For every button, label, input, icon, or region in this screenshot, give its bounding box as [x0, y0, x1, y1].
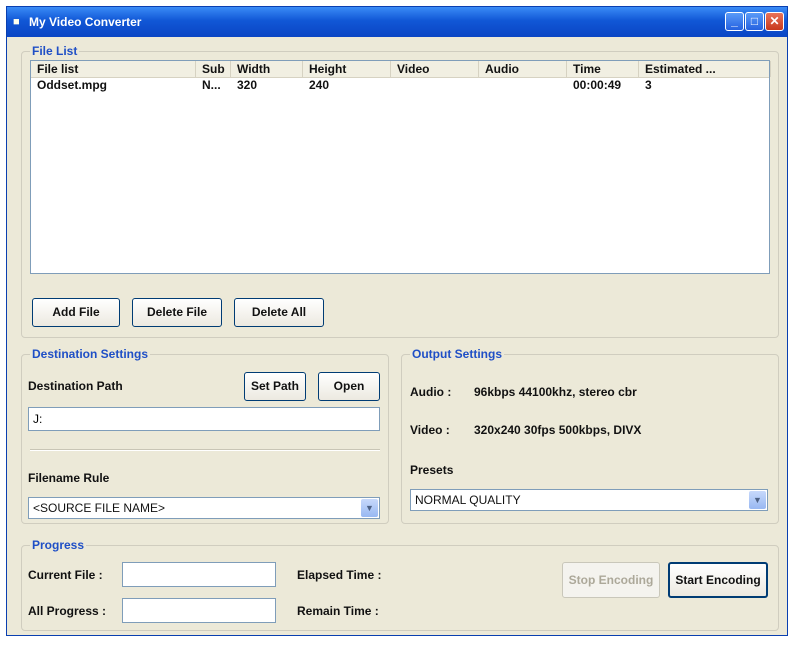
current-file-label: Current File : — [28, 568, 103, 582]
presets-select[interactable]: NORMAL QUALITY ▼ — [410, 489, 768, 511]
destination-path-input[interactable] — [28, 407, 380, 431]
presets-label: Presets — [410, 463, 454, 477]
output-settings-group: Output Settings Audio : 96kbps 44100khz,… — [401, 347, 779, 524]
file-list-header: File list Sub Width Height Video Audio T… — [31, 61, 771, 78]
file-list-view[interactable]: File list Sub Width Height Video Audio T… — [30, 60, 771, 274]
title-bar[interactable]: ■ My Video Converter _ □ ✕ — [7, 7, 787, 37]
open-button[interactable]: Open — [318, 372, 380, 401]
progress-group: Progress Current File : Elapsed Time : A… — [21, 538, 779, 631]
delete-all-button[interactable]: Delete All — [234, 298, 324, 327]
cell-sub: N... — [202, 78, 221, 92]
output-group-title: Output Settings — [410, 347, 504, 361]
remain-time-label: Remain Time : — [297, 604, 379, 618]
video-app-icon[interactable]: ■ — [13, 16, 25, 28]
column-video[interactable]: Video — [391, 61, 479, 77]
current-file-field[interactable] — [122, 562, 276, 587]
filename-rule-value: <SOURCE FILE NAME> — [33, 501, 166, 515]
elapsed-time-label: Elapsed Time : — [297, 568, 382, 582]
column-audio[interactable]: Audio — [479, 61, 567, 77]
progress-group-title: Progress — [30, 538, 87, 552]
all-progress-field[interactable] — [122, 598, 276, 623]
presets-value: NORMAL QUALITY — [415, 493, 521, 507]
audio-value: 96kbps 44100khz, stereo cbr — [474, 385, 637, 399]
destination-group-title: Destination Settings — [30, 347, 151, 361]
column-height[interactable]: Height — [303, 61, 391, 77]
minimize-button[interactable]: _ — [725, 12, 744, 31]
main-window: ■ My Video Converter _ □ ✕ File List Fil… — [6, 6, 788, 636]
maximize-icon: □ — [750, 14, 759, 28]
file-list-group: File List File list Sub Width Height Vid… — [21, 44, 779, 338]
add-file-button[interactable]: Add File — [32, 298, 120, 327]
cell-video — [391, 78, 397, 93]
video-value: 320x240 30fps 500kbps, DIVX — [474, 423, 642, 437]
cell-file-name: Oddset.mpg — [37, 78, 108, 92]
column-file-list[interactable]: File list — [31, 61, 196, 77]
cell-time: 00:00:49 — [573, 78, 622, 92]
destination-settings-group: Destination Settings Destination Path Se… — [21, 347, 389, 524]
minimize-icon: _ — [731, 14, 738, 28]
column-width[interactable]: Width — [231, 61, 303, 77]
cell-audio — [479, 78, 485, 93]
cell-height: 240 — [309, 78, 330, 92]
filename-rule-label: Filename Rule — [28, 471, 110, 485]
column-sub[interactable]: Sub — [196, 61, 231, 77]
cell-width: 320 — [237, 78, 258, 92]
column-estimated[interactable]: Estimated ... — [639, 61, 771, 77]
filename-rule-select[interactable]: <SOURCE FILE NAME> ▼ — [28, 497, 380, 519]
delete-file-button[interactable]: Delete File — [132, 298, 222, 327]
column-time[interactable]: Time — [567, 61, 639, 77]
audio-label: Audio : — [410, 385, 452, 399]
destination-path-label: Destination Path — [28, 379, 123, 393]
video-label: Video : — [410, 423, 450, 437]
file-list-group-title: File List — [30, 44, 80, 58]
chevron-down-icon[interactable]: ▼ — [749, 491, 766, 509]
close-icon: ✕ — [769, 14, 780, 28]
all-progress-label: All Progress : — [28, 604, 107, 618]
window-title: My Video Converter — [29, 15, 142, 29]
stop-encoding-button[interactable]: Stop Encoding — [562, 562, 660, 598]
cell-estimated: 3 — [645, 78, 652, 92]
chevron-down-icon[interactable]: ▼ — [361, 499, 378, 517]
start-encoding-button[interactable]: Start Encoding — [668, 562, 768, 598]
close-button[interactable]: ✕ — [765, 12, 784, 31]
set-path-button[interactable]: Set Path — [244, 372, 306, 401]
destination-divider — [30, 449, 380, 451]
maximize-button[interactable]: □ — [745, 12, 764, 31]
